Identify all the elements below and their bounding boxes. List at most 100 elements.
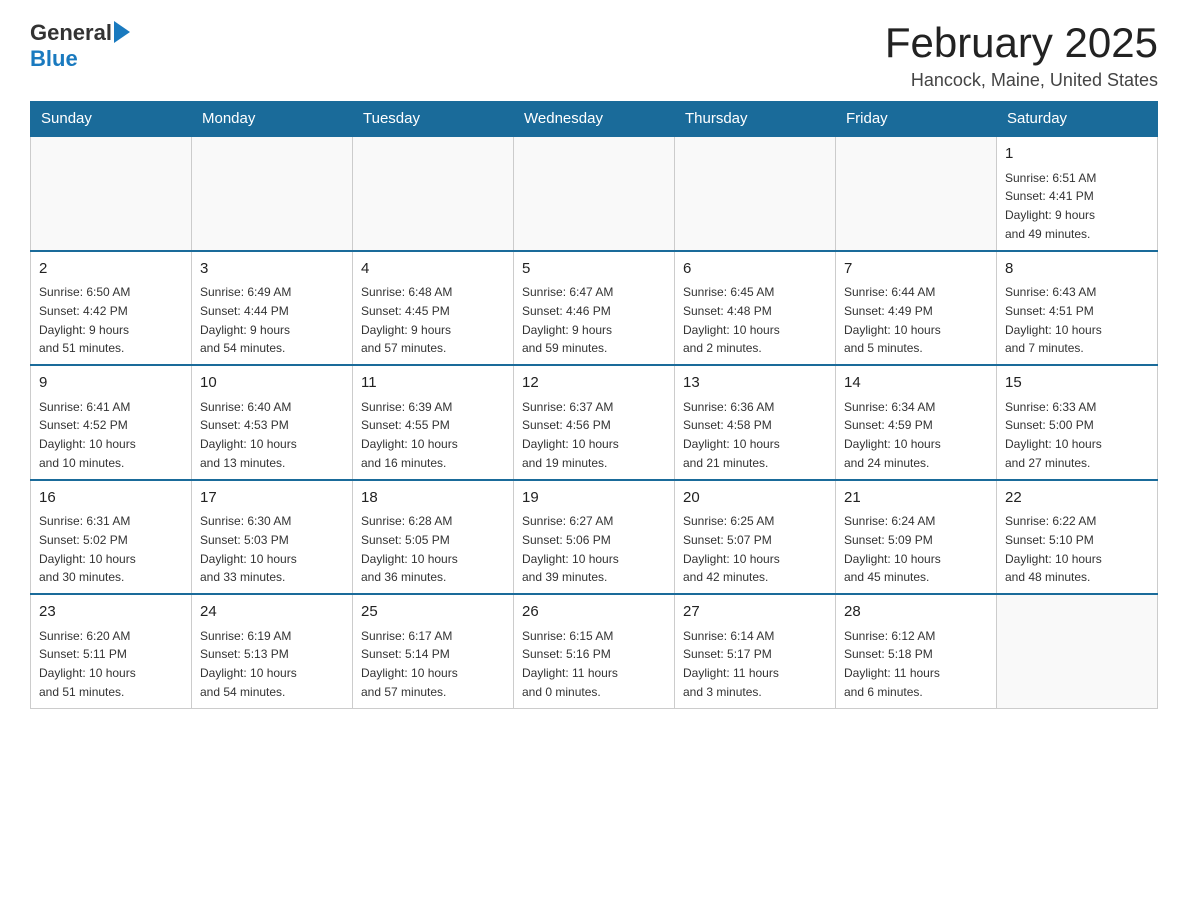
- day-info: Sunrise: 6:39 AM Sunset: 4:55 PM Dayligh…: [361, 400, 458, 470]
- day-info: Sunrise: 6:33 AM Sunset: 5:00 PM Dayligh…: [1005, 400, 1102, 470]
- weekday-header-sunday: Sunday: [31, 102, 192, 137]
- day-info: Sunrise: 6:24 AM Sunset: 5:09 PM Dayligh…: [844, 514, 941, 584]
- calendar-table: SundayMondayTuesdayWednesdayThursdayFrid…: [30, 101, 1158, 709]
- logo: General Blue: [30, 20, 130, 72]
- calendar-week-1: 1Sunrise: 6:51 AM Sunset: 4:41 PM Daylig…: [31, 136, 1158, 251]
- calendar-week-4: 16 Sunrise: 6:31 AM Sunset: 5:02 PM Dayli…: [31, 480, 1158, 595]
- weekday-header-friday: Friday: [836, 102, 997, 137]
- day-number: 8: [1005, 258, 1149, 281]
- day-info: Sunrise: 6:41 AM Sunset: 4:52 PM Dayligh…: [39, 400, 136, 470]
- calendar-cell: 1Sunrise: 6:51 AM Sunset: 4:41 PM Daylig…: [997, 136, 1158, 251]
- calendar-cell: 10 Sunrise: 6:40 AM Sunset: 4:53 PM Dayli…: [192, 365, 353, 480]
- page-header: General Blue February 2025 Hancock, Main…: [30, 20, 1158, 91]
- calendar-cell: [192, 136, 353, 251]
- calendar-cell: 16 Sunrise: 6:31 AM Sunset: 5:02 PM Dayli…: [31, 480, 192, 595]
- calendar-cell: 20 Sunrise: 6:25 AM Sunset: 5:07 PM Dayli…: [675, 480, 836, 595]
- day-number: 9: [39, 372, 183, 395]
- day-number: 22: [1005, 487, 1149, 510]
- weekday-header-monday: Monday: [192, 102, 353, 137]
- day-info: Sunrise: 6:25 AM Sunset: 5:07 PM Dayligh…: [683, 514, 780, 584]
- calendar-cell: [836, 136, 997, 251]
- day-info: Sunrise: 6:45 AM Sunset: 4:48 PM Dayligh…: [683, 285, 780, 355]
- calendar-cell: 25 Sunrise: 6:17 AM Sunset: 5:14 PM Dayli…: [353, 594, 514, 708]
- day-number: 25: [361, 601, 505, 624]
- day-number: 11: [361, 372, 505, 395]
- calendar-cell: 13Sunrise: 6:36 AM Sunset: 4:58 PM Dayli…: [675, 365, 836, 480]
- calendar-cell: 2Sunrise: 6:50 AM Sunset: 4:42 PM Daylig…: [31, 251, 192, 366]
- calendar-week-2: 2Sunrise: 6:50 AM Sunset: 4:42 PM Daylig…: [31, 251, 1158, 366]
- calendar-week-3: 9 Sunrise: 6:41 AM Sunset: 4:52 PM Daylig…: [31, 365, 1158, 480]
- day-number: 6: [683, 258, 827, 281]
- calendar-week-5: 23Sunrise: 6:20 AM Sunset: 5:11 PM Dayli…: [31, 594, 1158, 708]
- day-number: 4: [361, 258, 505, 281]
- day-info: Sunrise: 6:19 AM Sunset: 5:13 PM Dayligh…: [200, 629, 297, 699]
- weekday-header-wednesday: Wednesday: [514, 102, 675, 137]
- calendar-cell: [997, 594, 1158, 708]
- calendar-cell: 7 Sunrise: 6:44 AM Sunset: 4:49 PM Daylig…: [836, 251, 997, 366]
- calendar-cell: [514, 136, 675, 251]
- day-number: 15: [1005, 372, 1149, 395]
- calendar-cell: 5 Sunrise: 6:47 AM Sunset: 4:46 PM Daylig…: [514, 251, 675, 366]
- calendar-cell: 11 Sunrise: 6:39 AM Sunset: 4:55 PM Dayli…: [353, 365, 514, 480]
- day-info: Sunrise: 6:30 AM Sunset: 5:03 PM Dayligh…: [200, 514, 297, 584]
- weekday-header-tuesday: Tuesday: [353, 102, 514, 137]
- day-number: 23: [39, 601, 183, 624]
- calendar-cell: 21 Sunrise: 6:24 AM Sunset: 5:09 PM Dayli…: [836, 480, 997, 595]
- day-info: Sunrise: 6:22 AM Sunset: 5:10 PM Dayligh…: [1005, 514, 1102, 584]
- calendar-cell: 22 Sunrise: 6:22 AM Sunset: 5:10 PM Dayli…: [997, 480, 1158, 595]
- day-number: 19: [522, 487, 666, 510]
- day-number: 16: [39, 487, 183, 510]
- calendar-cell: 19 Sunrise: 6:27 AM Sunset: 5:06 PM Dayli…: [514, 480, 675, 595]
- day-number: 24: [200, 601, 344, 624]
- calendar-cell: 9 Sunrise: 6:41 AM Sunset: 4:52 PM Daylig…: [31, 365, 192, 480]
- day-info: Sunrise: 6:15 AM Sunset: 5:16 PM Dayligh…: [522, 629, 618, 699]
- day-info: Sunrise: 6:27 AM Sunset: 5:06 PM Dayligh…: [522, 514, 619, 584]
- calendar-cell: 6 Sunrise: 6:45 AM Sunset: 4:48 PM Daylig…: [675, 251, 836, 366]
- calendar-cell: [31, 136, 192, 251]
- logo-arrow-icon: [114, 21, 130, 43]
- calendar-cell: 27Sunrise: 6:14 AM Sunset: 5:17 PM Dayli…: [675, 594, 836, 708]
- day-info: Sunrise: 6:47 AM Sunset: 4:46 PM Dayligh…: [522, 285, 613, 355]
- day-info: Sunrise: 6:44 AM Sunset: 4:49 PM Dayligh…: [844, 285, 941, 355]
- day-number: 3: [200, 258, 344, 281]
- calendar-cell: 26 Sunrise: 6:15 AM Sunset: 5:16 PM Dayli…: [514, 594, 675, 708]
- day-number: 27: [683, 601, 827, 624]
- day-info: Sunrise: 6:40 AM Sunset: 4:53 PM Dayligh…: [200, 400, 297, 470]
- day-info: Sunrise: 6:50 AM Sunset: 4:42 PM Dayligh…: [39, 285, 130, 355]
- day-number: 10: [200, 372, 344, 395]
- calendar-cell: [353, 136, 514, 251]
- day-number: 26: [522, 601, 666, 624]
- day-number: 17: [200, 487, 344, 510]
- day-info: Sunrise: 6:48 AM Sunset: 4:45 PM Dayligh…: [361, 285, 452, 355]
- calendar-cell: 24 Sunrise: 6:19 AM Sunset: 5:13 PM Dayli…: [192, 594, 353, 708]
- month-title: February 2025: [885, 20, 1158, 66]
- day-info: Sunrise: 6:34 AM Sunset: 4:59 PM Dayligh…: [844, 400, 941, 470]
- weekday-header-saturday: Saturday: [997, 102, 1158, 137]
- day-number: 5: [522, 258, 666, 281]
- day-number: 14: [844, 372, 988, 395]
- location-title: Hancock, Maine, United States: [885, 70, 1158, 91]
- calendar-cell: 12 Sunrise: 6:37 AM Sunset: 4:56 PM Dayli…: [514, 365, 675, 480]
- calendar-cell: 15 Sunrise: 6:33 AM Sunset: 5:00 PM Dayli…: [997, 365, 1158, 480]
- day-info: Sunrise: 6:31 AM Sunset: 5:02 PM Dayligh…: [39, 514, 136, 584]
- calendar-cell: 14 Sunrise: 6:34 AM Sunset: 4:59 PM Dayli…: [836, 365, 997, 480]
- day-info: Sunrise: 6:43 AM Sunset: 4:51 PM Dayligh…: [1005, 285, 1102, 355]
- day-number: 21: [844, 487, 988, 510]
- day-number: 18: [361, 487, 505, 510]
- day-number: 7: [844, 258, 988, 281]
- logo-general-text: General: [30, 20, 112, 46]
- day-info: Sunrise: 6:51 AM Sunset: 4:41 PM Dayligh…: [1005, 171, 1096, 241]
- day-info: Sunrise: 6:37 AM Sunset: 4:56 PM Dayligh…: [522, 400, 619, 470]
- calendar-cell: 8 Sunrise: 6:43 AM Sunset: 4:51 PM Daylig…: [997, 251, 1158, 366]
- calendar-cell: 28 Sunrise: 6:12 AM Sunset: 5:18 PM Dayli…: [836, 594, 997, 708]
- day-info: Sunrise: 6:36 AM Sunset: 4:58 PM Dayligh…: [683, 400, 780, 470]
- day-number: 20: [683, 487, 827, 510]
- day-number: 12: [522, 372, 666, 395]
- title-section: February 2025 Hancock, Maine, United Sta…: [885, 20, 1158, 91]
- logo-blue-text: Blue: [30, 46, 78, 71]
- calendar-cell: 18 Sunrise: 6:28 AM Sunset: 5:05 PM Dayli…: [353, 480, 514, 595]
- day-info: Sunrise: 6:12 AM Sunset: 5:18 PM Dayligh…: [844, 629, 940, 699]
- day-info: Sunrise: 6:28 AM Sunset: 5:05 PM Dayligh…: [361, 514, 458, 584]
- day-number: 28: [844, 601, 988, 624]
- day-info: Sunrise: 6:17 AM Sunset: 5:14 PM Dayligh…: [361, 629, 458, 699]
